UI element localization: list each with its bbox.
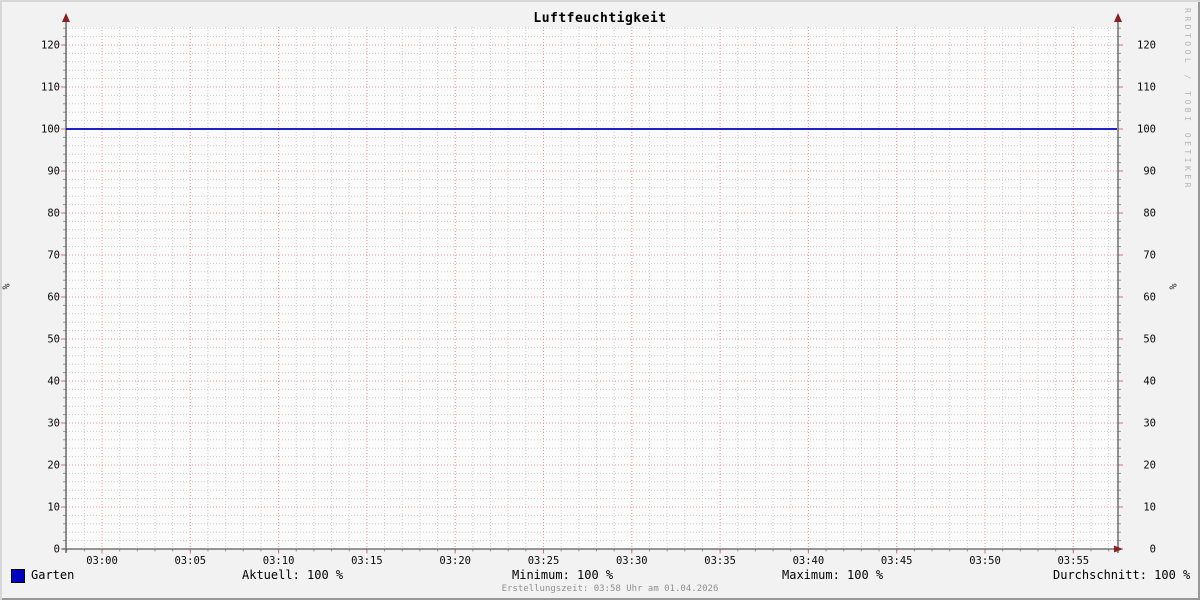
x-tick-label: 03:15 — [351, 555, 383, 567]
x-tick-label: 03:40 — [793, 555, 825, 567]
y-tick-label-right: 90 — [1143, 166, 1156, 178]
y-tick-label-left: 110 — [41, 82, 60, 94]
x-tick-label: 03:25 — [528, 555, 560, 567]
stat-minimum: Minimum: 100 % — [512, 568, 613, 582]
x-tick-label: 03:50 — [969, 555, 1001, 567]
y-axis-unit-right: % — [1169, 283, 1180, 289]
y-tick-label-right: 20 — [1143, 460, 1156, 472]
x-tick-label: 03:35 — [704, 555, 736, 567]
y-axis-unit-left: % — [2, 283, 13, 289]
y-tick-label-left: 40 — [47, 376, 60, 388]
stat-maximum: Maximum: 100 % — [782, 568, 883, 582]
y-tick-label-left: 70 — [47, 250, 60, 262]
creation-time: Erstellungszeit: 03:58 Uhr am 01.04.2026 — [0, 584, 1200, 594]
humidity-chart: 03:00 03:05 03:10 03:15 03:20 03:25 03:30 03:35… — [0, 0, 1200, 600]
x-tick-label: 03:45 — [881, 555, 913, 567]
x-tick-label: 03:55 — [1057, 555, 1089, 567]
y-tick-label-left: 0 — [54, 544, 60, 556]
x-axis-labels: 03:00 03:05 03:10 03:15 03:20 03:25 03:30 03:35… — [86, 555, 1089, 567]
x-tick-label: 03:30 — [616, 555, 648, 567]
stat-durchschnitt: Durchschnitt: 100 % — [1053, 568, 1190, 582]
x-tick-label: 03:10 — [263, 555, 295, 567]
y-tick-label-left: 10 — [47, 502, 60, 514]
legend-label-garten: Garten — [31, 568, 74, 582]
y-tick-label-right: 100 — [1137, 124, 1156, 136]
y-tick-label-left: 90 — [47, 166, 60, 178]
x-tick-label: 03:20 — [439, 555, 471, 567]
y-tick-label-right: 120 — [1137, 40, 1156, 52]
stat-aktuell: Aktuell: 100 % — [242, 568, 343, 582]
y-tick-label-left: 120 — [41, 40, 60, 52]
y-tick-label-left: 60 — [47, 292, 60, 304]
x-tick-label: 03:05 — [174, 555, 206, 567]
y-tick-label-right: 60 — [1143, 292, 1156, 304]
y-tick-label-right: 0 — [1150, 544, 1156, 556]
y-tick-label-left: 50 — [47, 334, 60, 346]
y-tick-label-left: 100 — [41, 124, 60, 136]
rrd-graph-window: 03:00 03:05 03:10 03:15 03:20 03:25 03:30 03:35… — [0, 0, 1200, 600]
y-tick-label-right: 110 — [1137, 82, 1156, 94]
y-tick-label-right: 80 — [1143, 208, 1156, 220]
rrdtool-watermark: RRDTOOL / TOBI OETIKER — [1183, 8, 1192, 191]
y-tick-label-left: 30 — [47, 418, 60, 430]
y-tick-label-right: 10 — [1143, 502, 1156, 514]
chart-title: Luftfeuchtigkeit — [0, 11, 1200, 26]
y-tick-label-left: 80 — [47, 208, 60, 220]
plot-canvas — [66, 27, 1118, 549]
legend-swatch-garten — [11, 569, 25, 583]
y-tick-label-right: 50 — [1143, 334, 1156, 346]
x-tick-label: 03:00 — [86, 555, 118, 567]
y-tick-label-left: 20 — [47, 460, 60, 472]
y-tick-label-right: 30 — [1143, 418, 1156, 430]
y-tick-label-right: 70 — [1143, 250, 1156, 262]
y-tick-label-right: 40 — [1143, 376, 1156, 388]
